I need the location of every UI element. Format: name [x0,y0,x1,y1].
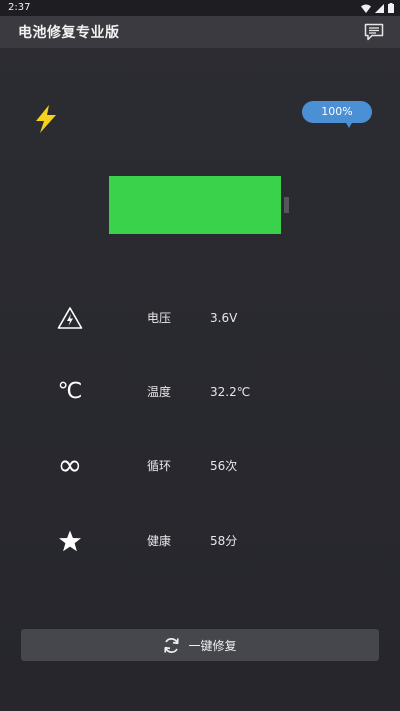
stat-label-temperature: 温度 [147,385,172,399]
wifi-icon [361,4,371,13]
battery-level-fill [109,176,281,234]
feedback-icon[interactable] [364,23,384,41]
celsius-glyph: ℃ [57,379,83,404]
app-screen: 2:37 电池修复专业版 100% 电压 3.6V ℃ 温度 32.2℃ ∞ 循… [0,0,400,711]
status-bar: 2:37 [0,0,400,16]
stat-value-voltage: 3.6V [210,311,238,325]
battery-status-icon [388,3,394,13]
celsius-icon: ℃ [52,372,88,412]
stat-value-temperature: 32.2℃ [210,385,251,399]
stat-row-temperature: ℃ 温度 32.2℃ [0,372,400,412]
stat-row-voltage: 电压 3.6V [0,298,400,338]
warning-triangle-icon [52,298,88,338]
one-key-repair-button[interactable]: 一键修复 [21,629,379,661]
charging-bolt-icon [36,105,56,133]
stat-row-cycles: ∞ 循环 56次 [0,446,400,486]
app-title: 电池修复专业版 [18,25,120,41]
stat-value-cycles: 56次 [210,459,238,473]
battery-tip [284,197,289,213]
battery-percent-label: 100% [302,101,372,123]
stat-label-cycles: 循环 [147,459,172,473]
repair-button-label: 一键修复 [188,638,237,653]
infinity-glyph: ∞ [57,448,83,483]
stat-value-health: 58分 [210,534,238,548]
stat-label-voltage: 电压 [147,311,172,325]
status-time: 2:37 [8,2,31,13]
battery-percent-badge: 100% [302,101,372,129]
app-bar: 电池修复专业版 [0,16,400,48]
badge-tail [345,121,353,128]
stat-row-health: 健康 58分 [0,521,400,561]
stat-label-health: 健康 [147,534,172,548]
signal-icon [375,3,384,13]
infinity-icon: ∞ [52,446,88,486]
star-icon [52,521,88,561]
status-icons [361,0,394,16]
refresh-icon [164,637,180,653]
